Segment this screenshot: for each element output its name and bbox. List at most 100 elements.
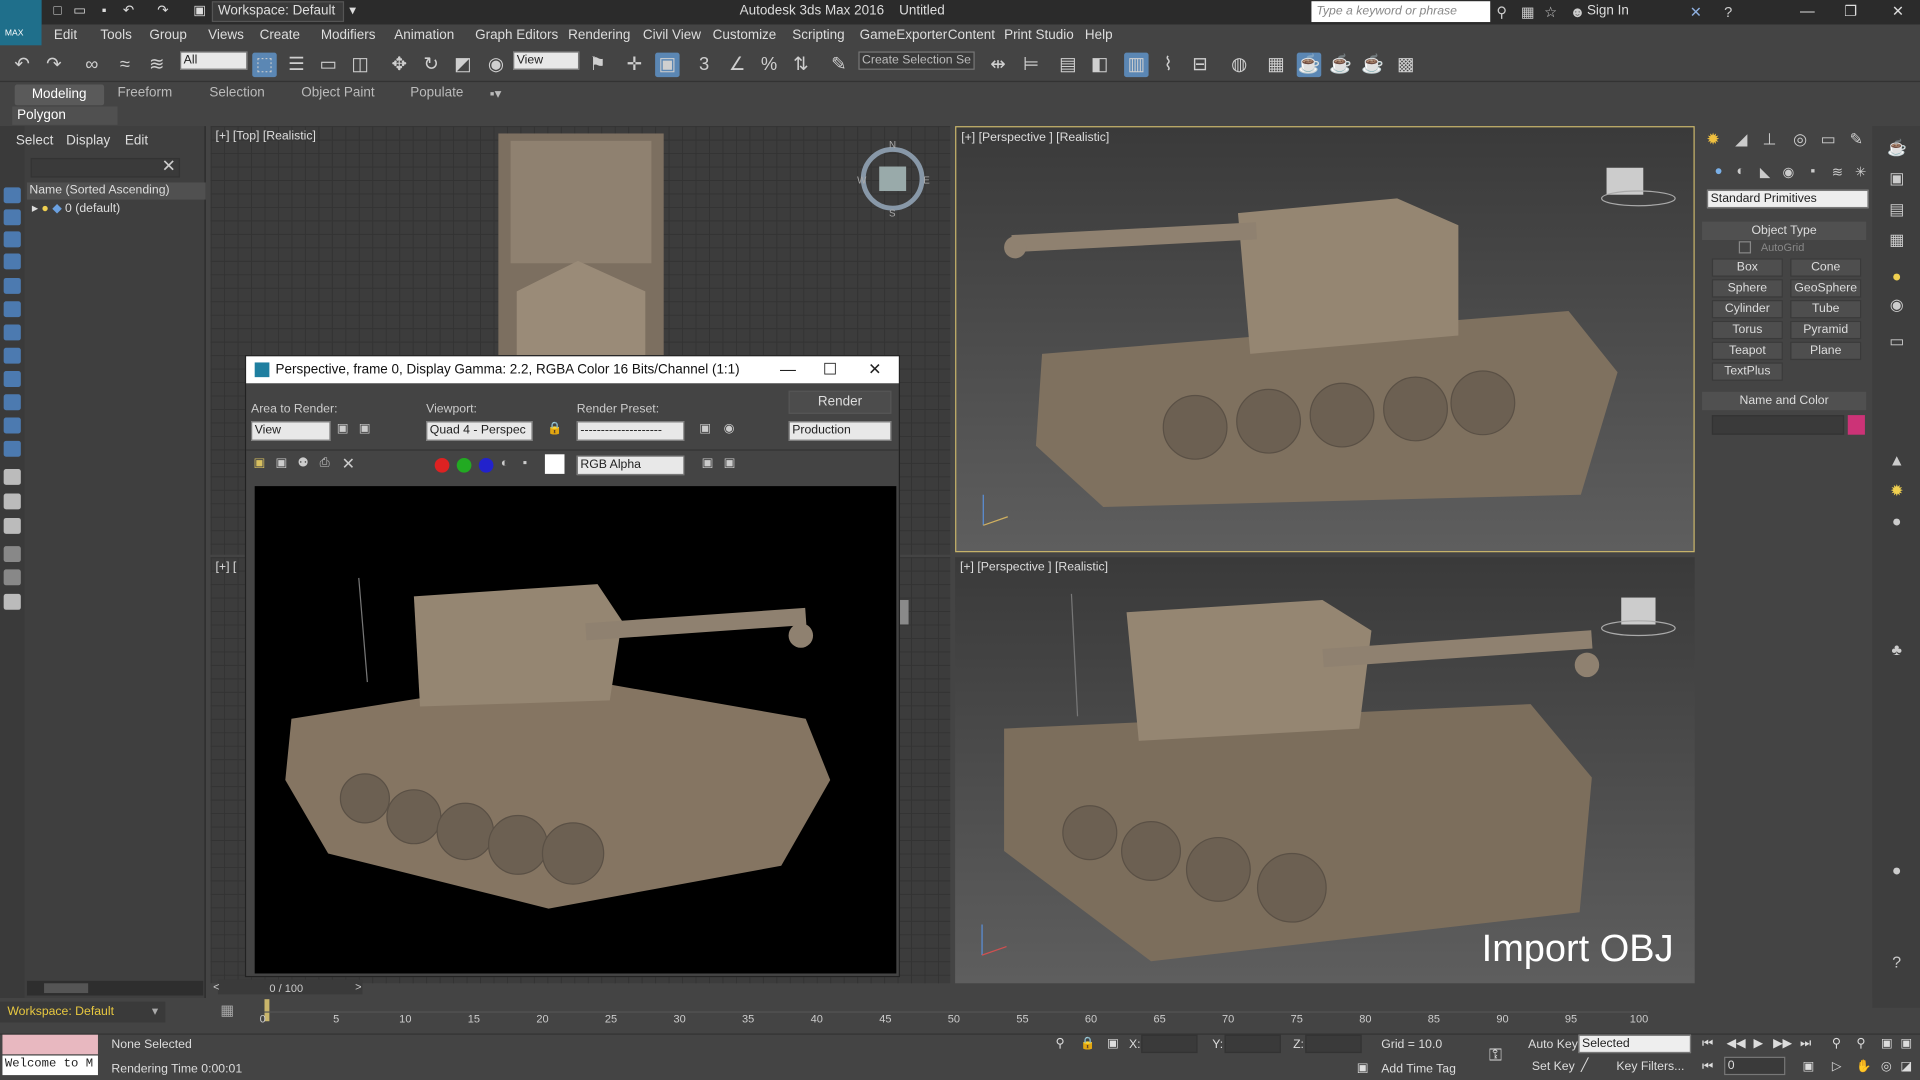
help-circle-icon[interactable]: ? (1887, 953, 1907, 971)
render-setup-icon[interactable]: ▦ (1264, 53, 1288, 77)
menu-print-studio[interactable]: Print Studio (1004, 26, 1074, 46)
monochrome-icon[interactable]: ▪ (523, 457, 527, 470)
space-warp-filter-icon[interactable] (3, 394, 21, 411)
sphere-button[interactable]: Sphere (1711, 279, 1783, 298)
close-icon[interactable]: ✕ (868, 356, 881, 383)
menu-tools[interactable]: Tools (100, 26, 131, 46)
toggle-ui-icon[interactable]: ▣ (724, 457, 736, 470)
menu-animation[interactable]: Animation (394, 26, 454, 46)
menu-views[interactable]: Views (208, 26, 244, 46)
zoom-extents-icon[interactable]: ▣ (1881, 1037, 1893, 1050)
menu-rendering[interactable]: Rendering (568, 26, 630, 46)
create-tab-icon[interactable]: ✹ (1702, 130, 1724, 150)
a360-render-icon[interactable]: ▩ (1393, 53, 1417, 77)
redo-icon[interactable]: ↷ (154, 4, 171, 20)
cylinder-button[interactable]: Cylinder (1711, 300, 1783, 319)
name-and-color-rollout[interactable]: Name and Color (1702, 391, 1867, 411)
key-filters-button[interactable]: Key Filters... (1616, 1060, 1684, 1073)
align-icon[interactable]: ⊨ (1019, 53, 1043, 77)
tangent-icon[interactable]: ╱ (1581, 1059, 1588, 1072)
ribbon-options-icon[interactable]: ▪▾ (490, 86, 502, 102)
explorer-horizontal-scrollbar[interactable] (26, 980, 204, 996)
menu-graph-editors[interactable]: Graph Editors (475, 26, 558, 46)
menu-create[interactable]: Create (260, 26, 300, 46)
utilities-tab-icon[interactable]: ✎ (1845, 130, 1867, 150)
menu-help[interactable]: Help (1085, 26, 1113, 46)
clone-window-icon[interactable]: ⚉ (298, 457, 309, 470)
user-icon[interactable]: ☻ (1570, 4, 1585, 21)
binoculars-icon[interactable]: ⚲ (1496, 4, 1507, 21)
close-icon[interactable]: ✕ (1892, 2, 1904, 19)
primitive-type-select[interactable]: Standard Primitives (1706, 189, 1869, 209)
light-icon[interactable]: ▲ (1887, 451, 1907, 469)
explorer-menu-edit[interactable]: Edit (125, 133, 148, 148)
camera-filter-icon[interactable] (3, 347, 21, 364)
menu-gameexporter[interactable]: GameExporter (860, 26, 948, 46)
help-icon[interactable]: ? (1724, 4, 1732, 21)
select-icon[interactable] (3, 187, 21, 204)
layers-icon[interactable]: ◧ (1087, 53, 1111, 77)
geometry-icon[interactable]: ● (1709, 164, 1727, 180)
time-tag-icon[interactable]: ▣ (1357, 1062, 1369, 1075)
key-mode-select[interactable]: Selected (1578, 1034, 1692, 1054)
torus-button[interactable]: Torus (1711, 320, 1783, 340)
sphere-icon[interactable]: ● (1887, 512, 1907, 530)
select-object-icon[interactable]: ⬚ (252, 52, 277, 78)
link-icon[interactable]: ∞ (80, 53, 104, 77)
clear-search-icon[interactable]: ✕ (162, 156, 176, 177)
cone-button[interactable]: Cone (1790, 258, 1862, 277)
object-color-swatch[interactable] (1847, 415, 1865, 435)
selection-region-icon[interactable]: ▭ (316, 53, 340, 77)
maximize-icon[interactable]: ☐ (823, 356, 837, 383)
light-filter-icon[interactable] (3, 324, 21, 341)
communication-icon[interactable]: ▦ (1521, 4, 1535, 21)
textplus-button[interactable]: TextPlus (1711, 362, 1783, 381)
helper-filter-icon[interactable] (3, 371, 21, 387)
green-channel-icon[interactable] (456, 457, 472, 473)
clear-icon[interactable]: ✕ (342, 454, 355, 474)
explorer-menu-display[interactable]: Display (66, 133, 110, 148)
object-type-rollout[interactable]: Object Type (1702, 221, 1867, 241)
play-icon[interactable]: ▶ (1753, 1037, 1762, 1050)
favorites-icon[interactable]: ☆ (1544, 4, 1557, 21)
modify-tab-icon[interactable]: ◢ (1730, 130, 1752, 150)
plane-button[interactable]: Plane (1790, 341, 1862, 361)
manipulate-icon[interactable]: ✛ (622, 53, 646, 77)
alpha-channel-icon[interactable]: ◐ (501, 457, 508, 470)
menu-group[interactable]: Group (149, 26, 186, 46)
bulb-icon[interactable]: ● (1887, 267, 1907, 285)
key-mode-icon[interactable]: ⏮ (1702, 1060, 1713, 1073)
scale-icon[interactable]: ◩ (451, 53, 475, 77)
shapes-icon[interactable]: ◐ (1731, 164, 1749, 180)
key-icon[interactable]: ⚿ (1489, 1044, 1502, 1065)
spinner-snap-icon[interactable]: ⇅ (789, 53, 813, 77)
field-of-view-icon[interactable]: ▷ (1832, 1060, 1841, 1073)
reference-coordinate-select[interactable]: View (513, 51, 580, 70)
viewport-perspective-1[interactable]: [+] [Perspective ] [Realistic] (955, 126, 1695, 553)
xref-filter-icon[interactable] (3, 440, 21, 457)
maxscript-mini-listener[interactable]: Welcome to M (2, 1055, 98, 1076)
display-tab-icon[interactable]: ▭ (1817, 130, 1839, 150)
next-frame-icon[interactable]: ▶▶ (1773, 1037, 1792, 1050)
viewport-perspective-2[interactable]: [+] [Perspective ] [Realistic] Import OB… (955, 557, 1695, 984)
blue-channel-icon[interactable] (478, 457, 494, 473)
edit-region-icon[interactable]: ▣ (337, 422, 349, 435)
render-button[interactable]: Render (788, 390, 892, 414)
tab-freeform[interactable]: Freeform (118, 86, 173, 101)
minimize-icon[interactable]: — (1800, 2, 1815, 19)
object-name-field[interactable] (1711, 415, 1845, 435)
new-file-icon[interactable]: □ (49, 4, 66, 20)
isolate-icon[interactable]: ⚲ (1056, 1037, 1065, 1050)
environment-icon[interactable]: ◉ (724, 422, 735, 435)
minimize-icon[interactable]: — (780, 356, 796, 383)
snaps-toggle-icon[interactable]: 3 (692, 53, 716, 77)
viewport-front-label[interactable]: [+] [ (216, 561, 237, 574)
production-select[interactable]: Production (788, 421, 892, 441)
material-icon[interactable]: ▭ (1887, 332, 1907, 350)
systems-icon[interactable]: ✳ (1851, 164, 1869, 180)
go-to-start-icon[interactable]: ⏮ (1702, 1037, 1713, 1050)
auto-region-icon[interactable]: ▣ (359, 422, 371, 435)
current-frame-field[interactable]: 0 (1724, 1056, 1786, 1076)
explorer-column-header[interactable]: Name (Sorted Ascending) (26, 182, 206, 200)
layer-explorer-icon[interactable]: ▤ (1056, 53, 1080, 77)
